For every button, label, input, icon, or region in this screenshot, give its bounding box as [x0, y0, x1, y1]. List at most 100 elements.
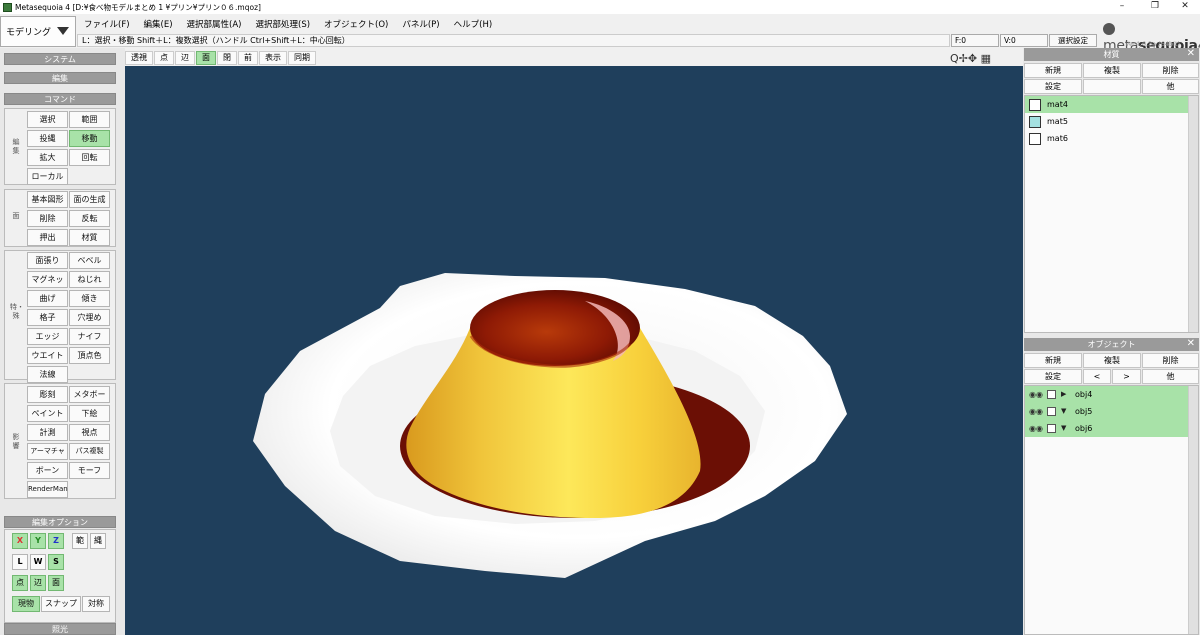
coord-world-toggle[interactable]: W	[30, 554, 46, 570]
cmd-fill-hole[interactable]: 穴埋め	[69, 309, 110, 326]
material-scrollbar[interactable]	[1188, 96, 1198, 332]
object-scrollbar[interactable]	[1188, 386, 1198, 634]
lock-checkbox[interactable]	[1047, 407, 1056, 416]
view-perspective[interactable]: 透視	[125, 50, 153, 65]
material-item[interactable]: mat4	[1025, 96, 1198, 113]
object-item[interactable]: ◉◉ ▼ obj6	[1025, 420, 1198, 437]
view-nav-icons[interactable]: Q✢✥ ▦	[950, 52, 991, 65]
cmd-underlay[interactable]: 下絵	[69, 405, 110, 422]
eye-icon[interactable]: ◉◉	[1029, 403, 1043, 420]
material-item[interactable]: mat6	[1025, 130, 1198, 147]
material-copy-button[interactable]: 複製	[1083, 63, 1141, 78]
axis-z-toggle[interactable]: Z	[48, 533, 64, 549]
cmd-extrude[interactable]: 押出	[27, 229, 68, 246]
cmd-move[interactable]: 移動	[69, 130, 110, 147]
cmd-face-stretch[interactable]: 面張り	[27, 252, 68, 269]
cmd-bevel[interactable]: ベベル	[69, 252, 110, 269]
expand-icon[interactable]: ▼	[1061, 420, 1066, 437]
cmd-delete[interactable]: 削除	[27, 210, 68, 227]
coord-screen-toggle[interactable]: S	[48, 554, 64, 570]
object-delete-button[interactable]: 削除	[1142, 353, 1199, 368]
view-sync[interactable]: 同期	[288, 50, 316, 65]
view-closed[interactable]: 閉	[217, 50, 237, 65]
symmetry-toggle[interactable]: 対称	[82, 596, 110, 612]
view-front[interactable]: 前	[238, 50, 258, 65]
menu-edit[interactable]: 編集(E)	[137, 18, 180, 30]
material-item[interactable]: mat5	[1025, 113, 1198, 130]
menu-object[interactable]: オブジェクト(O)	[317, 18, 395, 30]
cmd-primitive[interactable]: 基本図形	[27, 191, 68, 208]
coord-local-toggle[interactable]: L	[12, 554, 28, 570]
edit-header[interactable]: 編集	[4, 72, 116, 84]
lasso-toggle[interactable]: 縄	[90, 533, 106, 549]
expand-icon[interactable]: ▶	[1061, 386, 1066, 403]
cmd-rotate[interactable]: 回転	[69, 149, 110, 166]
cmd-renderman[interactable]: RenderMan	[27, 481, 68, 498]
object-next-button[interactable]: >	[1112, 369, 1141, 384]
object-new-button[interactable]: 新規	[1024, 353, 1082, 368]
close-icon[interactable]: ✕	[1170, 0, 1200, 14]
cmd-scale[interactable]: 拡大	[27, 149, 68, 166]
cmd-sculpt[interactable]: 彫刻	[27, 386, 68, 403]
cmd-edge[interactable]: エッジ	[27, 328, 68, 345]
system-header[interactable]: システム	[4, 53, 116, 65]
object-item[interactable]: ◉◉ ▶ obj4	[1025, 386, 1198, 403]
select-edge-toggle[interactable]: 辺	[30, 575, 46, 591]
current-object-toggle[interactable]: 現物	[12, 596, 40, 612]
cmd-morph[interactable]: モーフ	[69, 462, 110, 479]
cmd-select[interactable]: 選択	[27, 111, 68, 128]
menu-selection-attr[interactable]: 選択部属性(A)	[180, 18, 249, 30]
object-settings-button[interactable]: 設定	[1024, 369, 1082, 384]
cmd-bend[interactable]: 曲げ	[27, 290, 68, 307]
close-icon[interactable]: ✕	[1187, 48, 1195, 60]
material-settings-button[interactable]: 設定	[1024, 79, 1082, 94]
cmd-magnet[interactable]: マグネット	[27, 271, 68, 299]
cmd-material[interactable]: 材質	[69, 229, 110, 246]
menu-panel[interactable]: パネル(P)	[395, 18, 446, 30]
material-other-button[interactable]: 他	[1142, 79, 1199, 94]
axis-x-toggle[interactable]: X	[12, 533, 28, 549]
menu-help[interactable]: ヘルプ(H)	[447, 18, 500, 30]
material-new-button[interactable]: 新規	[1024, 63, 1082, 78]
select-face-toggle[interactable]: 面	[48, 575, 64, 591]
eye-icon[interactable]: ◉◉	[1029, 386, 1043, 403]
eye-icon[interactable]: ◉◉	[1029, 420, 1043, 437]
mode-select[interactable]: モデリング	[0, 16, 76, 47]
cmd-tilt[interactable]: 傾き	[69, 290, 110, 307]
edit-options-header[interactable]: 編集オプション	[4, 516, 116, 528]
maximize-icon[interactable]: ❐	[1140, 0, 1170, 14]
cmd-local[interactable]: ローカル	[27, 168, 68, 185]
lock-checkbox[interactable]	[1047, 424, 1056, 433]
view-edge[interactable]: 辺	[175, 50, 195, 65]
lock-checkbox[interactable]	[1047, 390, 1056, 399]
3d-viewport[interactable]	[125, 66, 1023, 635]
cmd-lasso[interactable]: 投縄	[27, 130, 68, 147]
light-header[interactable]: 照光	[4, 623, 116, 635]
cmd-path-clone[interactable]: パス複製	[69, 443, 110, 460]
view-display[interactable]: 表示	[259, 50, 287, 65]
cmd-range[interactable]: 範囲	[69, 111, 110, 128]
command-header[interactable]: コマンド	[4, 93, 116, 105]
object-item[interactable]: ◉◉ ▼ obj5	[1025, 403, 1198, 420]
cmd-measure[interactable]: 計測	[27, 424, 68, 441]
cmd-viewpoint[interactable]: 視点	[69, 424, 110, 441]
view-vertex[interactable]: 点	[154, 50, 174, 65]
select-vertex-toggle[interactable]: 点	[12, 575, 28, 591]
cmd-create-face[interactable]: 面の生成	[69, 191, 110, 208]
snap-toggle[interactable]: スナップ	[41, 596, 81, 612]
material-delete-button[interactable]: 削除	[1142, 63, 1199, 78]
axis-y-toggle[interactable]: Y	[30, 533, 46, 549]
object-copy-button[interactable]: 複製	[1083, 353, 1141, 368]
range-toggle[interactable]: 範	[72, 533, 88, 549]
select-settings-button[interactable]: 選択設定	[1049, 34, 1097, 47]
menu-file[interactable]: ファイル(F)	[77, 18, 137, 30]
cmd-knife[interactable]: ナイフ	[69, 328, 110, 345]
cmd-flip[interactable]: 反転	[69, 210, 110, 227]
cmd-armature[interactable]: アーマチャー	[27, 443, 68, 470]
cmd-twist[interactable]: ねじれ	[69, 271, 110, 288]
cmd-weight[interactable]: ウエイト	[27, 347, 68, 364]
close-icon[interactable]: ✕	[1187, 338, 1195, 350]
cmd-paint[interactable]: ペイント	[27, 405, 68, 422]
cmd-bone[interactable]: ボーン	[27, 462, 68, 479]
object-prev-button[interactable]: <	[1083, 369, 1111, 384]
